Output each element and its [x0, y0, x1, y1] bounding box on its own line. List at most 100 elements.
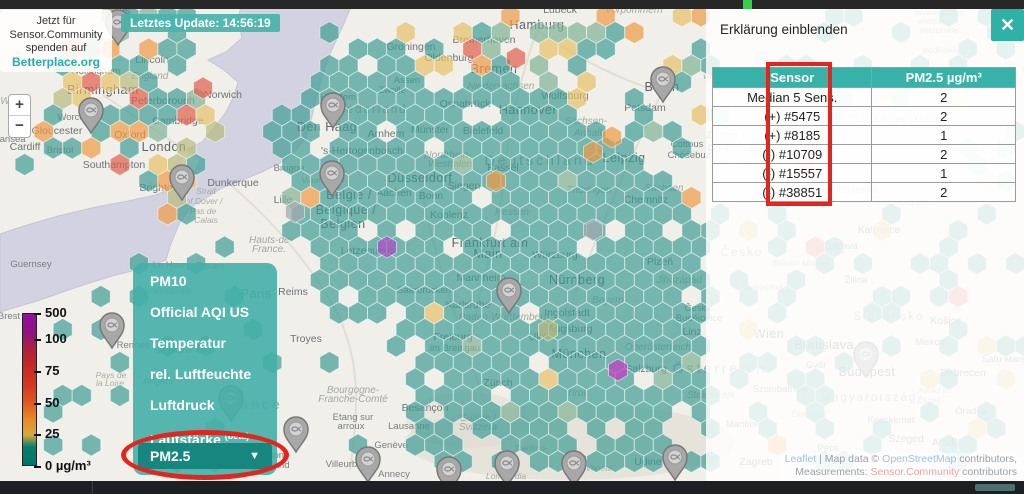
hex-cell[interactable] — [177, 203, 196, 225]
hex-cell-special[interactable] — [603, 126, 622, 148]
hex-cell[interactable] — [472, 418, 491, 440]
map-zoom-control: + − — [8, 94, 31, 138]
hex-cell[interactable] — [215, 236, 234, 258]
hex-cell[interactable] — [587, 451, 606, 473]
table-row: (+) #54752 — [713, 107, 1016, 126]
hex-cell-special[interactable] — [487, 170, 506, 192]
layer-item-luftdruck[interactable]: Luftdruck — [133, 390, 277, 421]
hex-cell[interactable] — [625, 451, 644, 473]
layer-item-rel-luftfeuchte[interactable]: rel. Luftfeuchte — [133, 359, 277, 390]
hex-cell[interactable] — [320, 22, 339, 44]
annotation-box-sensor-column — [766, 62, 832, 206]
hex-cell[interactable] — [177, 104, 196, 126]
table-row: Median 5 Sens.2 — [713, 88, 1016, 107]
hex-cell[interactable] — [206, 121, 225, 143]
legend-tick: 100 — [34, 331, 67, 346]
donation-line: Sensor.Community — [0, 29, 112, 43]
hex-cell[interactable] — [387, 335, 406, 357]
sensor-community-link[interactable]: Sensor.Community — [871, 466, 960, 478]
hex-cell-special[interactable] — [584, 141, 603, 163]
hex-cell[interactable] — [63, 137, 82, 159]
hex-cell[interactable] — [406, 434, 425, 456]
hex-cell[interactable] — [644, 451, 663, 473]
hex-cell[interactable] — [329, 302, 348, 324]
top-chrome-bar — [0, 0, 1024, 9]
marker-emblem — [656, 72, 670, 86]
table-row: (+) #81851 — [713, 126, 1016, 145]
map-label: Strait — [196, 186, 216, 196]
hex-cell[interactable] — [349, 302, 368, 324]
map-label: Annecy — [378, 469, 410, 480]
zoom-in-button[interactable]: + — [9, 95, 30, 116]
legend-tick: 25 — [34, 426, 59, 441]
map-label: arroux — [338, 421, 365, 432]
hex-cell[interactable] — [368, 302, 387, 324]
hex-cell[interactable] — [110, 385, 129, 407]
map-label: Franche-Comté — [318, 394, 388, 405]
hex-cell[interactable] — [82, 434, 101, 456]
table-cell: 2 — [872, 107, 1016, 126]
betterplace-link[interactable]: Betterplace.org — [0, 56, 112, 70]
explanation-panel: Erklärung einblenden Sensor PM2.5 µg/m³ … — [706, 9, 1024, 481]
table-header-pm25: PM2.5 µg/m³ — [872, 68, 1016, 88]
hex-cell[interactable] — [110, 154, 129, 176]
hex-cell[interactable] — [434, 55, 453, 77]
hex-cell[interactable] — [139, 170, 158, 192]
hex-cell-special[interactable] — [286, 201, 305, 223]
marker-emblem — [668, 450, 682, 464]
legend-tick: 50 — [34, 395, 59, 410]
map-attribution: Leaflet | Map data © OpenStreetMap contr… — [782, 453, 1020, 478]
hex-cell[interactable] — [625, 22, 644, 44]
map-label: of Dover / — [186, 196, 224, 206]
zoom-out-button[interactable]: − — [9, 116, 30, 137]
table-row: (-) #388512 — [713, 183, 1016, 202]
map-label: Guernsey — [10, 259, 51, 270]
hex-cell-special[interactable] — [378, 236, 397, 258]
map-label: France. — [252, 244, 286, 255]
hex-cell[interactable] — [530, 451, 549, 473]
layer-item-pm10[interactable]: PM10 — [133, 266, 277, 297]
hex-cell[interactable] — [72, 385, 91, 407]
hex-cell-special[interactable] — [507, 47, 526, 69]
hex-cell[interactable] — [110, 352, 129, 374]
attribution-text: | Map data © — [816, 453, 882, 465]
hex-cell[interactable] — [44, 137, 63, 159]
marker-emblem — [502, 283, 516, 297]
hex-cell[interactable] — [168, 55, 187, 77]
attribution-text: Measurements: — [795, 466, 870, 478]
hex-cell[interactable] — [158, 203, 177, 225]
hex-cell[interactable] — [606, 451, 625, 473]
osm-link[interactable]: OpenStreetMap — [882, 453, 956, 465]
hex-cell[interactable] — [82, 137, 101, 159]
close-icon[interactable]: ✕ — [991, 9, 1024, 41]
map-label: Genève — [374, 440, 407, 451]
hex-cell[interactable] — [672, 137, 691, 159]
last-update-badge: Letztes Update: 14:56:19 — [121, 14, 280, 32]
hex-cell[interactable] — [148, 121, 167, 143]
green-indicator — [743, 0, 752, 9]
layer-item-official-aqi-us[interactable]: Official AQI US — [133, 297, 277, 328]
hex-cell[interactable] — [320, 352, 339, 374]
hex-cell-special[interactable] — [609, 359, 628, 381]
hex-cell[interactable] — [15, 154, 34, 176]
map-label: Troyes — [290, 333, 322, 345]
hex-cell-special[interactable] — [194, 77, 213, 99]
hex-cell[interactable] — [91, 286, 110, 308]
marker-emblem — [325, 166, 339, 180]
legend-tick: 0 µg/m³ — [34, 458, 91, 473]
taskbar-accent — [975, 484, 1015, 491]
hex-cell[interactable] — [282, 220, 301, 242]
hex-cell[interactable] — [472, 88, 491, 110]
hex-cell[interactable] — [596, 38, 615, 60]
marker-emblem — [105, 318, 119, 332]
leaflet-link[interactable]: Leaflet — [785, 453, 817, 465]
table-row: (-) #107092 — [713, 145, 1016, 164]
hex-cell-special[interactable] — [539, 319, 558, 341]
hex-cell[interactable] — [644, 121, 663, 143]
layer-item-temperatur[interactable]: Temperatur — [133, 328, 277, 359]
hex-cell[interactable] — [101, 71, 120, 93]
hex-cell-special[interactable] — [584, 219, 603, 241]
table-cell: 2 — [872, 183, 1016, 202]
marker-emblem — [500, 456, 514, 470]
panel-title[interactable]: Erklärung einblenden — [720, 22, 848, 37]
